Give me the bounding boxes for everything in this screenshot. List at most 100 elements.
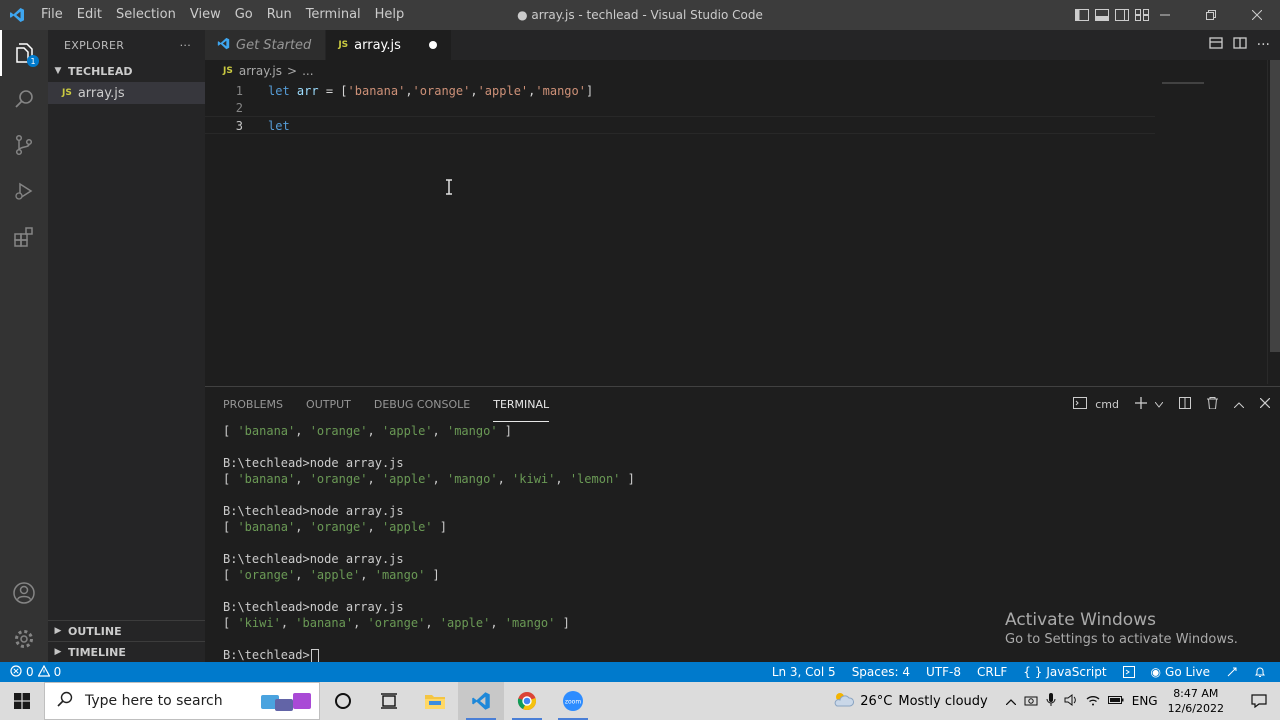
cortana-icon[interactable] [320,682,366,720]
feedback-icon[interactable] [1226,666,1238,678]
cursor-position[interactable]: Ln 3, Col 5 [772,665,836,679]
split-terminal-icon[interactable] [1179,396,1191,413]
breadcrumb: JS array.js > ... [205,60,1265,82]
terminal-shell-label[interactable]: cmd [1095,398,1119,411]
encoding[interactable]: UTF-8 [926,665,961,679]
window-controls [1142,0,1280,30]
terminal-output[interactable]: [ 'banana', 'orange', 'apple', 'mango' ]… [223,423,635,663]
unsaved-dot-icon[interactable] [428,41,437,49]
toggle-sidebar-icon[interactable] [1074,8,1090,22]
notifications-bell-icon[interactable] [1254,666,1266,678]
action-center-icon[interactable] [1238,682,1280,720]
extensions-icon[interactable] [0,214,48,260]
status-problems[interactable]: 0 0 [10,662,61,682]
menu-run[interactable]: Run [260,0,299,30]
go-live-button[interactable]: ◉ Go Live [1151,665,1210,679]
chevron-down-icon[interactable] [1154,397,1164,412]
manage-gear-icon[interactable] [0,616,48,662]
breadcrumb-more[interactable]: ... [302,64,313,78]
file-label: array.js [77,85,125,101]
windows-start-icon[interactable] [0,682,44,720]
wifi-icon[interactable] [1086,694,1100,709]
more-actions-icon[interactable]: ··· [180,39,191,52]
restore-button[interactable] [1188,0,1234,30]
language-mode[interactable]: { } JavaScript [1023,665,1106,679]
scrollbar-thumb[interactable] [1270,60,1280,352]
timeline-section[interactable]: ▶ TIMELINE [48,641,205,662]
clock[interactable]: 8:47 AM 12/6/2022 [1168,686,1224,716]
open-changes-icon[interactable] [1208,36,1223,54]
warning-icon [37,664,51,680]
taskbar-search-box[interactable]: Type here to search [44,682,320,720]
search-icon [57,691,73,711]
tab-terminal[interactable]: TERMINAL [493,387,550,422]
microphone-icon[interactable] [1046,692,1056,710]
chrome-icon[interactable] [504,682,550,720]
folder-techlead[interactable]: ▼ TECHLEAD [48,60,205,82]
menu-edit[interactable]: Edit [70,0,109,30]
menu-view[interactable]: View [183,0,228,30]
breadcrumb-file[interactable]: array.js [239,64,282,78]
menu-selection[interactable]: Selection [109,0,183,30]
battery-icon[interactable] [1107,694,1124,708]
file-explorer-icon[interactable] [412,682,458,720]
maximize-panel-icon[interactable] [1233,397,1245,412]
zoom-icon[interactable]: zoom [550,682,596,720]
terminal-shell-icon[interactable] [1073,396,1088,413]
indentation[interactable]: Spaces: 4 [852,665,910,679]
line-number: 1 [235,84,243,98]
tab-get-started[interactable]: Get Started [205,30,327,60]
kill-terminal-icon[interactable] [1207,396,1218,413]
minimize-button[interactable] [1142,0,1188,30]
file-array-js[interactable]: JS array.js [48,82,205,104]
new-terminal-icon[interactable] [1135,396,1147,413]
terminal-line: B:\techlead>node array.js [223,456,404,470]
source-control-icon[interactable] [0,122,48,168]
more-actions-icon[interactable]: ··· [1257,37,1270,53]
weather-text: Mostly cloudy [898,693,988,709]
minimap[interactable] [1162,82,1204,84]
cloud-icon [832,691,855,711]
tab-output[interactable]: OUTPUT [306,387,351,422]
search-icon[interactable] [0,76,48,122]
menu-terminal[interactable]: Terminal [299,0,368,30]
outline-section[interactable]: ▶ OUTLINE [48,620,205,641]
js-file-icon: JS [62,88,72,98]
tab-debug-console[interactable]: DEBUG CONSOLE [374,387,470,422]
sidebar-bottom-sections: ▶ OUTLINE ▶ TIMELINE [48,620,205,662]
chevron-up-icon[interactable] [1005,694,1017,708]
tab-array-js[interactable]: JS array.js [326,30,452,60]
input-language[interactable]: ENG [1132,694,1158,708]
toggle-panel-icon[interactable] [1094,8,1110,22]
explorer-title: EXPLORER [64,38,125,52]
layout-icon[interactable] [1122,666,1135,678]
split-editor-icon[interactable] [1232,36,1247,54]
activity-bar: 1 [0,30,48,662]
terminal-prompt: B:\techlead> [223,647,635,663]
activate-windows-watermark: Activate Windows Go to Settings to activ… [1005,610,1238,647]
menu-go[interactable]: Go [228,0,260,30]
camera-icon[interactable] [1024,694,1038,709]
line-endings[interactable]: CRLF [977,665,1007,679]
account-icon[interactable] [0,570,48,616]
menu-file[interactable]: File [34,0,70,30]
weather-widget[interactable]: 26°C Mostly cloudy [832,691,988,711]
toggle-secondary-sidebar-icon[interactable] [1114,8,1130,22]
editor-scrollbar[interactable] [1267,60,1280,384]
tray-icons: ENG [1005,692,1158,710]
tab-problems[interactable]: PROBLEMS [223,387,283,422]
close-panel-icon[interactable] [1259,397,1271,412]
volume-icon[interactable] [1064,693,1078,709]
task-view-icon[interactable] [366,682,412,720]
status-right: Ln 3, Col 5 Spaces: 4 UTF-8 CRLF { } Java… [772,662,1266,682]
terminal-line: [ 'banana', 'orange', 'apple' ] [223,520,447,534]
vscode-taskbar-icon[interactable] [458,682,504,720]
activity-bar-bottom [0,570,48,662]
line-number: 3 [235,119,243,133]
menu-help[interactable]: Help [368,0,412,30]
run-debug-icon[interactable] [0,168,48,214]
temperature: 26°C [860,693,893,709]
close-window-button[interactable] [1234,0,1280,30]
explorer-icon[interactable]: 1 [0,30,48,76]
code-editor[interactable]: 1 let arr = ['banana','orange','apple','… [205,82,1267,384]
